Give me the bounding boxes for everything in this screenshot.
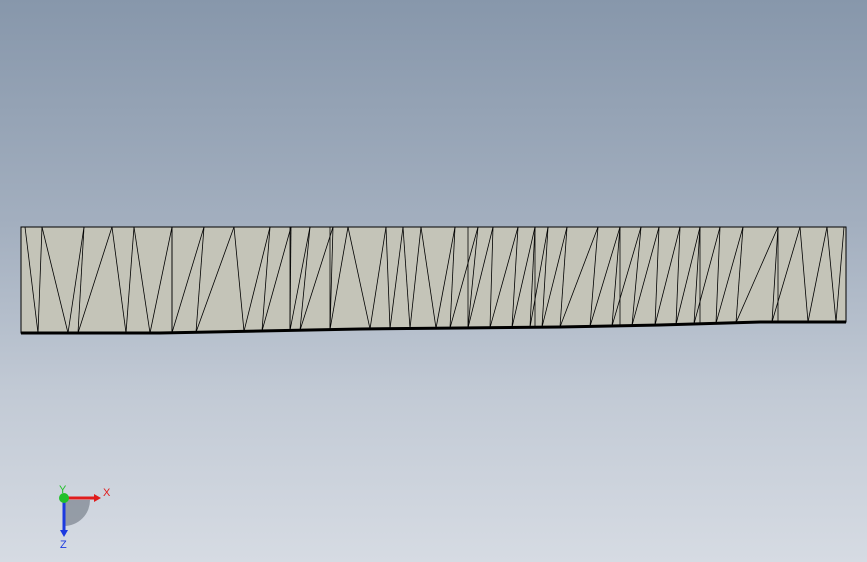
z-axis-arrowhead <box>60 530 68 537</box>
graphics-viewport[interactable]: X Y Z <box>0 0 867 562</box>
model-view[interactable] <box>0 0 867 562</box>
axis-triad: X Y Z <box>59 484 111 550</box>
z-axis-label: Z <box>60 539 67 550</box>
triad-shadow <box>64 500 90 526</box>
x-axis-arrowhead <box>94 494 101 502</box>
x-axis-label: X <box>103 487 111 499</box>
plate-face[interactable] <box>20 226 847 334</box>
y-axis-label: Y <box>59 484 67 496</box>
